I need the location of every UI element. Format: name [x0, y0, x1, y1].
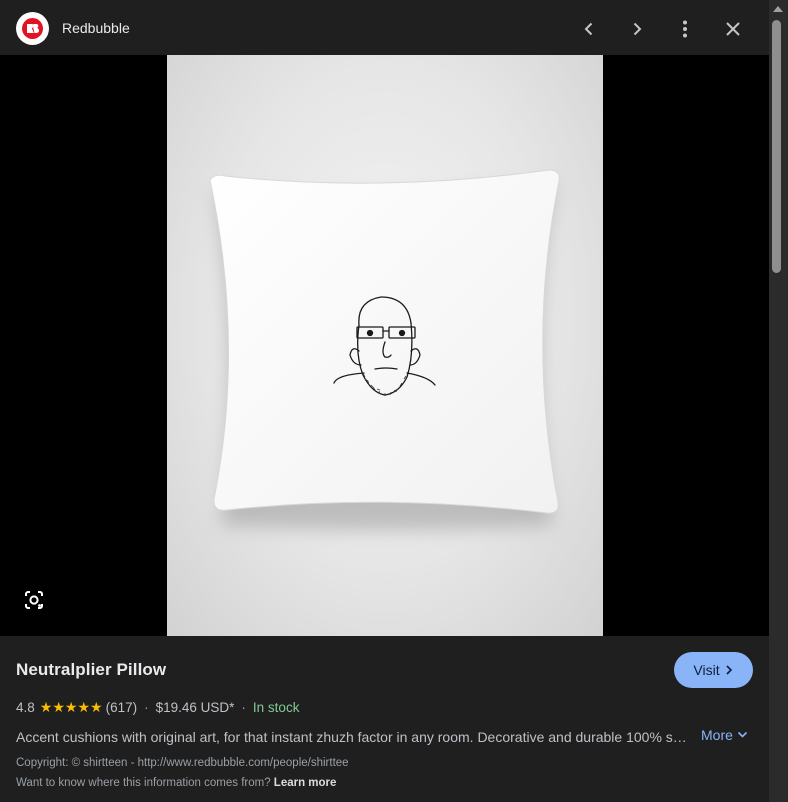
header: Redbubble [0, 0, 769, 55]
star-icon: ★ [64, 699, 78, 715]
next-button[interactable] [622, 14, 652, 44]
close-icon [725, 21, 741, 37]
image-detail-panel: Redbubble Neutralplier Pillow Visit 4.8 … [0, 0, 769, 802]
lens-search-button[interactable] [20, 588, 48, 616]
google-lens-icon [24, 590, 44, 615]
scrollbar-thumb[interactable] [772, 20, 781, 273]
product-image[interactable] [167, 55, 603, 636]
separator: · [144, 699, 149, 715]
chevron-down-icon [737, 727, 748, 743]
info-source-text: Want to know where this information come… [16, 777, 271, 789]
product-meta-row: 4.8 ★ ★ ★ ★ ★ (617) · $19.46 USD* · In s… [16, 699, 299, 715]
close-button[interactable] [718, 14, 748, 44]
more-vert-icon [677, 20, 693, 38]
star-icon: ★ [90, 699, 103, 715]
more-label: More [701, 727, 733, 743]
chevron-right-icon [724, 662, 734, 678]
price: $19.46 USD* [155, 699, 235, 715]
rating-value: 4.8 [16, 699, 35, 715]
star-icon: ★ [52, 699, 65, 715]
previous-button[interactable] [574, 14, 604, 44]
review-count: (617) [105, 699, 138, 715]
visit-label: Visit [693, 662, 720, 678]
product-description: Accent cushions with original art, for t… [16, 729, 688, 745]
info-source-notice: Want to know where this information come… [16, 777, 336, 789]
redbubble-logo-icon[interactable] [16, 12, 49, 45]
more-options-button[interactable] [670, 14, 700, 44]
scroll-up-arrow-icon[interactable] [773, 6, 783, 12]
rating-stars: ★ ★ ★ ★ ★ [40, 700, 103, 714]
copyright-text: Copyright: © shirtteen - http://www.redb… [16, 757, 349, 769]
product-title: Neutralplier Pillow [16, 660, 167, 679]
visit-button[interactable]: Visit [674, 652, 753, 688]
star-icon: ★ [39, 699, 53, 715]
learn-more-link[interactable]: Learn more [274, 777, 337, 789]
chevron-right-icon [629, 21, 645, 37]
chevron-left-icon [581, 21, 597, 37]
stock-status: In stock [252, 699, 300, 715]
image-viewer [0, 55, 769, 636]
separator: · [241, 699, 246, 715]
more-button[interactable]: More [701, 727, 748, 743]
scrollbar[interactable] [769, 0, 788, 802]
star-icon: ★ [77, 699, 91, 715]
source-name[interactable]: Redbubble [62, 20, 130, 36]
